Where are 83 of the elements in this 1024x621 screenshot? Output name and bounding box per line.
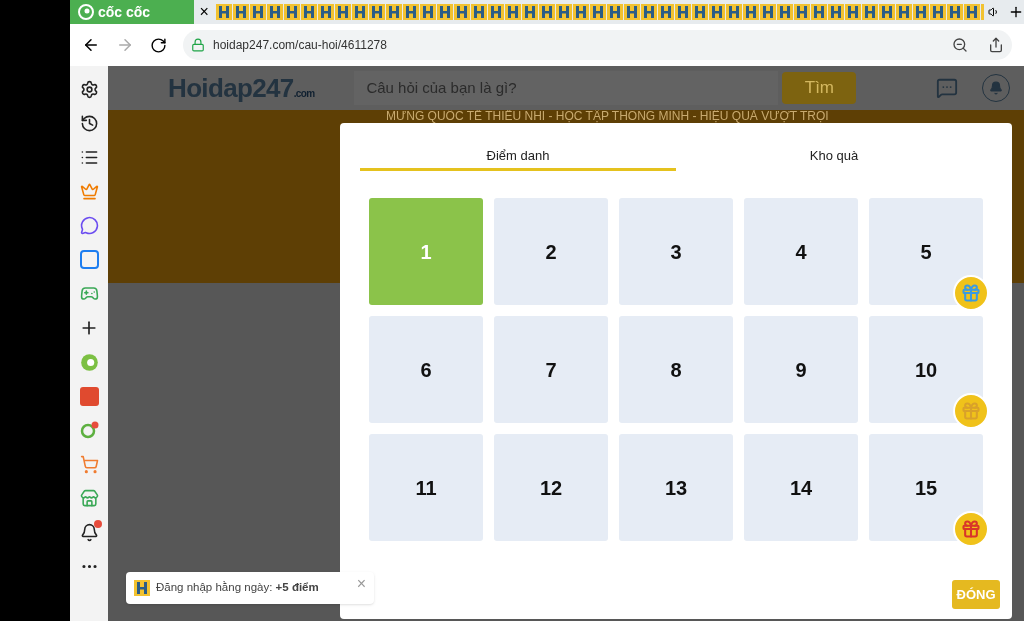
day-tile[interactable]: 15: [869, 434, 983, 541]
day-tile[interactable]: 13: [619, 434, 733, 541]
tab-favicon-icon[interactable]: [436, 4, 453, 20]
tab-favicon-icon[interactable]: [929, 4, 946, 20]
day-tile[interactable]: 10: [869, 316, 983, 423]
settings-icon[interactable]: [79, 80, 99, 99]
tab-favicon-icon[interactable]: [572, 4, 589, 20]
tab-favicon-icon[interactable]: [453, 4, 470, 20]
dialog-tab[interactable]: Điểm danh: [360, 123, 676, 171]
tab-favicon-icon[interactable]: [776, 4, 793, 20]
tab-favicon-icon[interactable]: [878, 4, 895, 20]
tab-favicon-icon[interactable]: [674, 4, 691, 20]
day-tile[interactable]: 9: [744, 316, 858, 423]
tab-favicon-icon[interactable]: [249, 4, 266, 20]
tab-favicon-icon[interactable]: [215, 4, 232, 20]
zoom-out-icon[interactable]: [952, 37, 968, 53]
tab-favicon-icon[interactable]: [946, 4, 963, 20]
address-bar[interactable]: hoidap247.com/cau-hoi/4611278: [183, 30, 1012, 60]
tab-favicon-icon[interactable]: [402, 4, 419, 20]
tab-favicon-icon[interactable]: [963, 4, 980, 20]
tab-favicon-icon[interactable]: [232, 4, 249, 20]
tab-favicon-icon[interactable]: [708, 4, 725, 20]
back-icon[interactable]: [82, 36, 100, 54]
bell-icon: [989, 81, 1003, 95]
tab-close-button[interactable]: ×: [196, 4, 212, 20]
reload-icon[interactable]: [150, 36, 167, 54]
day-tile[interactable]: 4: [744, 198, 858, 305]
day-tile[interactable]: 3: [619, 198, 733, 305]
tab-favicon-icon[interactable]: [521, 4, 538, 20]
day-tile[interactable]: 8: [619, 316, 733, 423]
tab-favicon-icon[interactable]: [861, 4, 878, 20]
speaker-icon[interactable]: [988, 6, 1000, 18]
tab-favicon-icon[interactable]: [844, 4, 861, 20]
list-icon[interactable]: [79, 148, 99, 167]
tab-favicon-icon[interactable]: [300, 4, 317, 20]
toast-text: Đăng nhập hằng ngày: +5 điểm: [156, 580, 319, 596]
tab-favicon-icon[interactable]: [385, 4, 402, 20]
tab-favicon-icon[interactable]: [419, 4, 436, 20]
tab-favicon-icon[interactable]: [725, 4, 742, 20]
tab-favicon-icon[interactable]: [657, 4, 674, 20]
day-tile[interactable]: 14: [744, 434, 858, 541]
shop-front-icon[interactable]: [79, 489, 99, 508]
day-tile[interactable]: 5: [869, 198, 983, 305]
dialog-tab[interactable]: Kho quà: [676, 123, 992, 171]
banner-text: MỪNG QUỐC TẾ THIẾU NHI - HỌC TẬP THÔNG MINH - HIỆU QUẢ VƯỢT TRỘI: [386, 110, 829, 122]
tab-favicon-icon[interactable]: [555, 4, 572, 20]
day-tile[interactable]: 7: [494, 316, 608, 423]
tab-favicon-icon[interactable]: [538, 4, 555, 20]
brand-name: cốc cốc: [98, 2, 151, 22]
tab-favicon-icon[interactable]: [623, 4, 640, 20]
tab-favicon-icon[interactable]: [317, 4, 334, 20]
day-tile[interactable]: 2: [494, 198, 608, 305]
tab-favicon-icon[interactable]: [691, 4, 708, 20]
day-tile[interactable]: 6: [369, 316, 483, 423]
day-tile[interactable]: 11: [369, 434, 483, 541]
chat-bubble-icon[interactable]: [79, 216, 99, 235]
url-text: hoidap247.com/cau-hoi/4611278: [213, 37, 387, 54]
tab-favicon-icon[interactable]: [487, 4, 504, 20]
tab-favicon-icon[interactable]: [266, 4, 283, 20]
tab-favicon-icon[interactable]: [351, 4, 368, 20]
lock-icon: [191, 38, 205, 52]
history-icon[interactable]: [79, 114, 99, 133]
share-icon[interactable]: [988, 37, 1004, 53]
tab-favicon-icon[interactable]: [283, 4, 300, 20]
tab-favicon-icon[interactable]: [759, 4, 776, 20]
tab-favicon-icon[interactable]: [742, 4, 759, 20]
tab-favicon-icon[interactable]: [334, 4, 351, 20]
tab-favicon-icon[interactable]: [640, 4, 657, 20]
tab-favicon-icon[interactable]: [589, 4, 606, 20]
tab-favicon-icon[interactable]: [470, 4, 487, 20]
gamepad-icon[interactable]: [79, 284, 99, 303]
day-tile[interactable]: 12: [494, 434, 608, 541]
tab-favicon-icon[interactable]: [504, 4, 521, 20]
tab-favicon-icon[interactable]: [606, 4, 623, 20]
tab-favicon-icon[interactable]: [810, 4, 827, 20]
bell-icon[interactable]: [79, 523, 99, 542]
tab-favicon-icon[interactable]: [134, 580, 150, 596]
tab-favicon-icon[interactable]: [368, 4, 385, 20]
tab-favicon-icon[interactable]: [912, 4, 929, 20]
new-tab-icon[interactable]: [1008, 4, 1024, 20]
tab-favicon-icon[interactable]: [827, 4, 844, 20]
tab-favicon-icon[interactable]: [793, 4, 810, 20]
tab-favicon-icon[interactable]: [895, 4, 912, 20]
